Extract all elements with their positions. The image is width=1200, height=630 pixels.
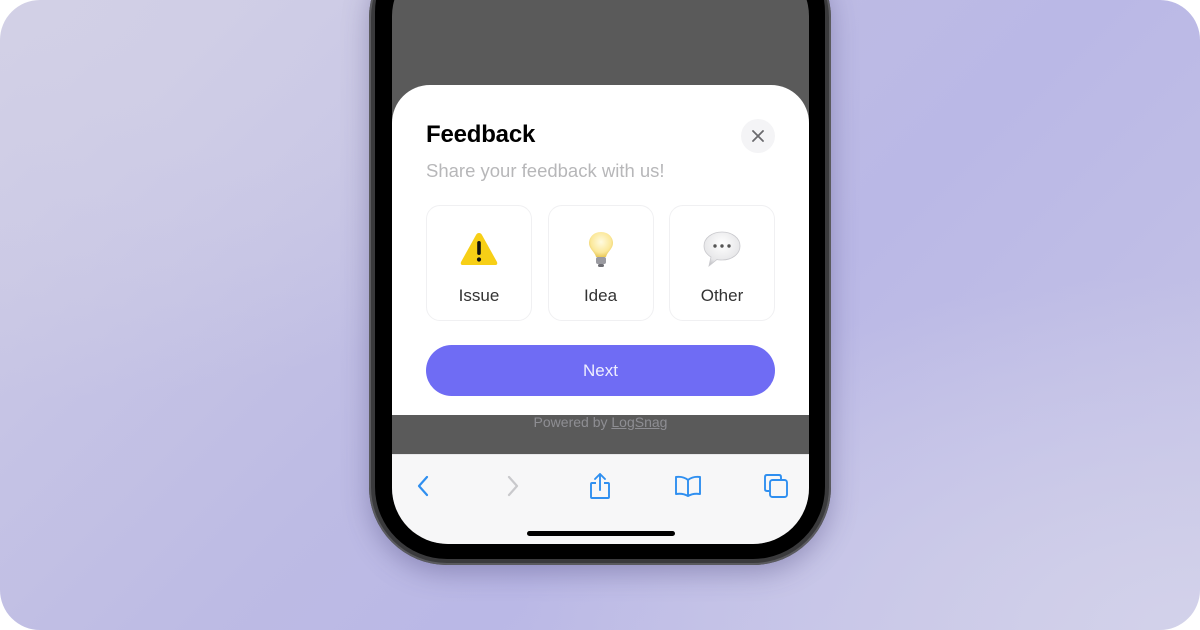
powered-by: Powered by LogSnag <box>392 414 809 430</box>
option-other[interactable]: Other <box>669 205 775 321</box>
chevron-left-icon <box>417 475 429 497</box>
back-button[interactable] <box>408 471 438 501</box>
share-icon <box>590 473 610 499</box>
speech-bubble-icon <box>703 231 741 268</box>
forward-button[interactable] <box>498 471 528 501</box>
bookmarks-button[interactable] <box>673 471 703 501</box>
powered-by-text: Powered by <box>533 414 612 430</box>
chevron-right-icon <box>507 475 519 497</box>
logsnag-link[interactable]: LogSnag <box>611 414 667 430</box>
tabs-button[interactable] <box>761 471 791 501</box>
sheet-subtitle: Share your feedback with us! <box>426 160 665 181</box>
lightbulb-icon <box>588 232 613 267</box>
tabs-icon <box>764 474 788 498</box>
home-indicator[interactable] <box>527 531 675 536</box>
feedback-sheet: Feedback Share your feedback with us! Is… <box>392 85 809 430</box>
feedback-type-options: Issue Idea Other <box>426 205 775 323</box>
book-icon <box>675 475 701 497</box>
option-idea[interactable]: Idea <box>547 205 654 321</box>
phone-screen: Feedback Share your feedback with us! Is… <box>392 0 809 544</box>
sheet-title: Feedback <box>426 121 536 148</box>
option-label: Other <box>700 286 744 305</box>
close-button[interactable] <box>741 119 775 153</box>
share-button[interactable] <box>585 471 615 501</box>
option-issue[interactable]: Issue <box>426 205 532 321</box>
warning-icon <box>460 233 498 265</box>
browser-toolbar <box>392 454 809 544</box>
option-label: Issue <box>458 286 500 305</box>
option-label: Idea <box>583 286 618 305</box>
next-button[interactable]: Next <box>426 345 775 396</box>
close-icon <box>752 130 764 142</box>
